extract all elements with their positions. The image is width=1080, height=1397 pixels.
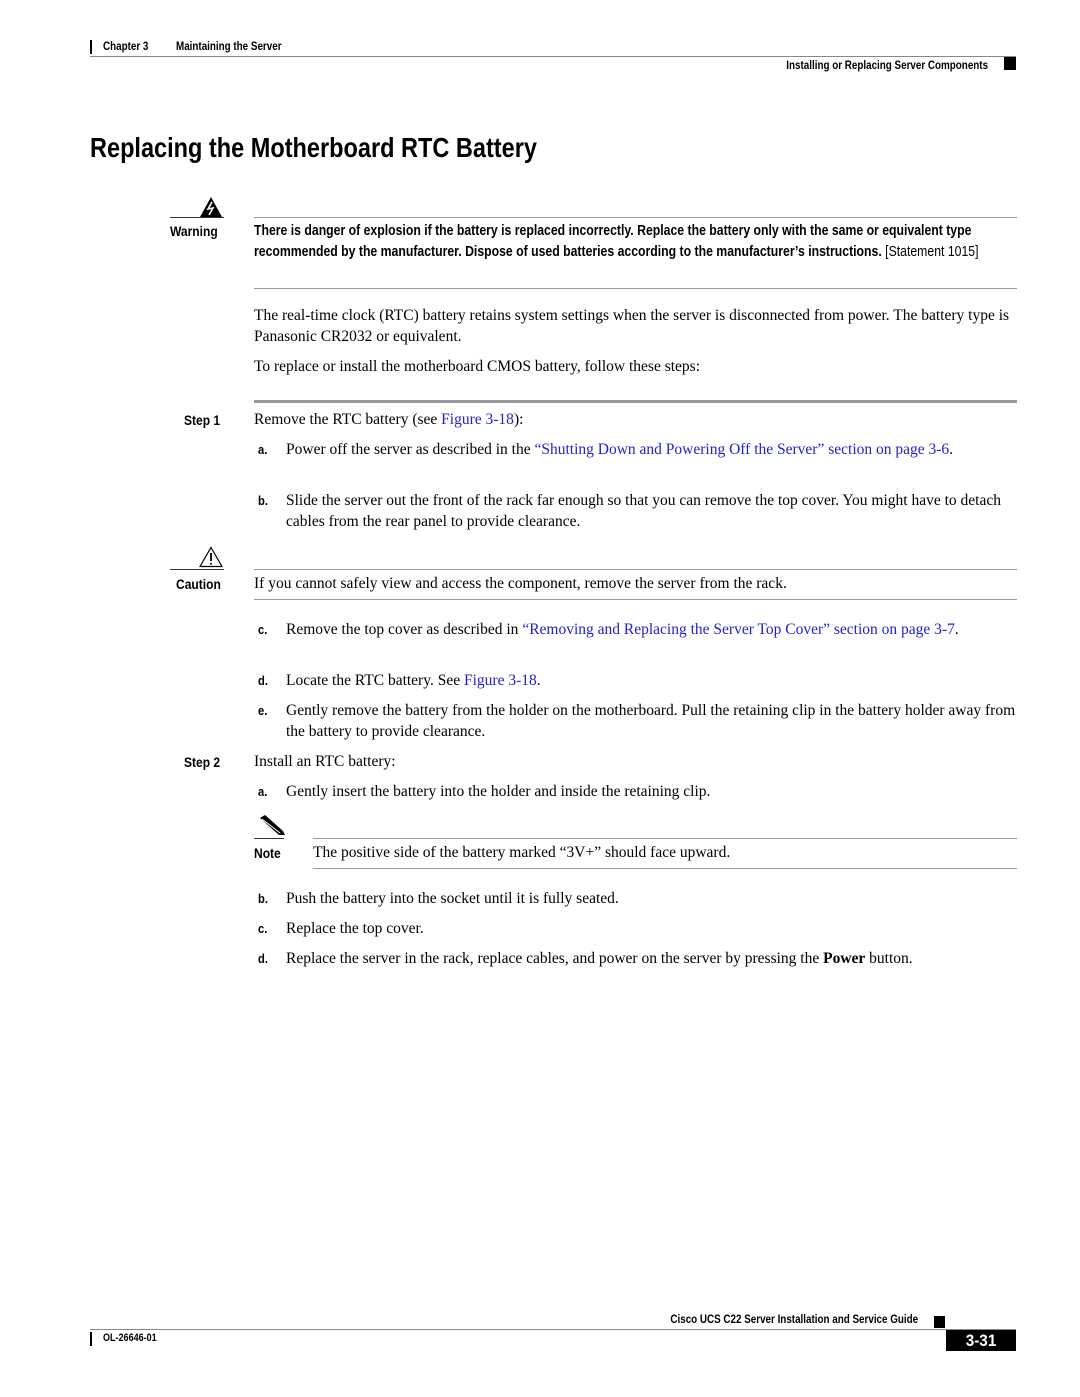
intro-paragraph: The real-time clock (RTC) battery retain… [254, 307, 1010, 345]
note-text: The positive side of the battery marked … [313, 844, 731, 861]
note-icon-rule [254, 838, 284, 839]
header-chapter: Chapter 3 [103, 39, 149, 53]
step-1d-text-end: . [536, 672, 541, 689]
note-pencil-icon [256, 814, 286, 836]
step-1-text-start: Remove the RTC battery (see [254, 411, 442, 428]
footer-rule [90, 1329, 1016, 1330]
step-1d-letter: d. [258, 673, 268, 688]
caution-top-rule [254, 569, 1017, 570]
footer-guide-title: Cisco UCS C22 Server Installation and Se… [670, 1312, 918, 1326]
step-2-label: Step 2 [184, 754, 221, 770]
note-top-rule [313, 838, 1017, 839]
step-1b-text: Slide the server out the front of the ra… [286, 492, 1001, 530]
step-1c-text-end: . [954, 621, 959, 638]
figure-3-18-link-2[interactable]: Figure 3-18 [464, 672, 537, 689]
step-1a-text-start: Power off the server as described in the [286, 441, 535, 458]
warning-bottom-rule [254, 288, 1017, 289]
step-2a-text: Gently insert the battery into the holde… [286, 783, 711, 800]
warning-lightning-icon [198, 196, 224, 218]
step-2d-text-start: Replace the server in the rack, replace … [286, 950, 824, 967]
header-section-title: Installing or Replacing Server Component… [786, 58, 988, 72]
warning-text: There is danger of explosion if the batt… [254, 221, 1015, 262]
step-1c-text: Remove the top cover as described in “Re… [286, 619, 1018, 640]
caution-icon-rule [170, 569, 224, 570]
removing-top-cover-section-link[interactable]: “Removing and Replacing the Server Top C… [522, 621, 955, 638]
step-2d-letter: d. [258, 951, 268, 966]
shutting-down-section-link[interactable]: “Shutting Down and Powering Off the Serv… [535, 441, 950, 458]
step-2-text: Install an RTC battery: [254, 753, 396, 770]
step-2c-text: Replace the top cover. [286, 920, 424, 937]
step-1b-letter: b. [258, 493, 268, 508]
step-1a-text-end: . [949, 441, 954, 458]
footer-block-marker [934, 1316, 945, 1328]
warning-top-rule [254, 217, 1017, 218]
header-left-bar [90, 40, 92, 54]
step-2d-text-end: button. [865, 950, 913, 967]
footer-left-bar [90, 1332, 92, 1346]
step-1a-text: Power off the server as described in the… [286, 439, 1018, 460]
step-1-label: Step 1 [184, 412, 221, 428]
step-2b-text: Push the battery into the socket until i… [286, 890, 619, 907]
step-2c-letter: c. [258, 921, 268, 936]
note-label: Note [254, 845, 281, 861]
step-1c-text-start: Remove the top cover as described in [286, 621, 523, 638]
page-title: Replacing the Motherboard RTC Battery [90, 132, 537, 163]
warning-statement-number: [Statement 1015] [885, 243, 979, 260]
warning-label: Warning [170, 223, 218, 239]
procedure-rule [254, 400, 1017, 403]
footer-page-number: 3-31 [965, 1331, 997, 1350]
step-1d-text-start: Locate the RTC battery. See [286, 672, 464, 689]
step-1-text: Remove the RTC battery (see Figure 3-18)… [254, 409, 1018, 430]
step-1-text-end: ): [513, 411, 524, 428]
step-1e-text: Gently remove the battery from the holde… [286, 702, 1016, 740]
step-1d-text: Locate the RTC battery. See Figure 3-18. [286, 670, 1018, 691]
step-2a-letter: a. [258, 784, 268, 799]
figure-3-18-link[interactable]: Figure 3-18 [441, 411, 514, 428]
header-rule [90, 56, 1016, 57]
step-1e-letter: e. [258, 703, 268, 718]
warning-icon-rule [170, 217, 224, 218]
caution-label: Caution [176, 576, 221, 592]
header-chapter-title: Maintaining the Server [176, 39, 282, 53]
caution-bottom-rule [254, 599, 1017, 600]
power-button-term: Power [823, 950, 866, 967]
step-1a-letter: a. [258, 442, 268, 457]
footer-doc-number: OL-26646-01 [103, 1332, 157, 1344]
caution-text: If you cannot safely view and access the… [254, 575, 787, 592]
caution-triangle-icon [198, 546, 224, 568]
step-1c-letter: c. [258, 622, 268, 637]
header-block-marker [1004, 57, 1016, 70]
footer-page-number-box: 3-31 [946, 1330, 1016, 1351]
warning-statement-text: There is danger of explosion if the batt… [254, 223, 972, 260]
step-2d-text: Replace the server in the rack, replace … [286, 948, 1026, 969]
intro-steps-lead: To replace or install the motherboard CM… [254, 358, 701, 375]
step-2b-letter: b. [258, 891, 268, 906]
note-bottom-rule [313, 868, 1017, 869]
